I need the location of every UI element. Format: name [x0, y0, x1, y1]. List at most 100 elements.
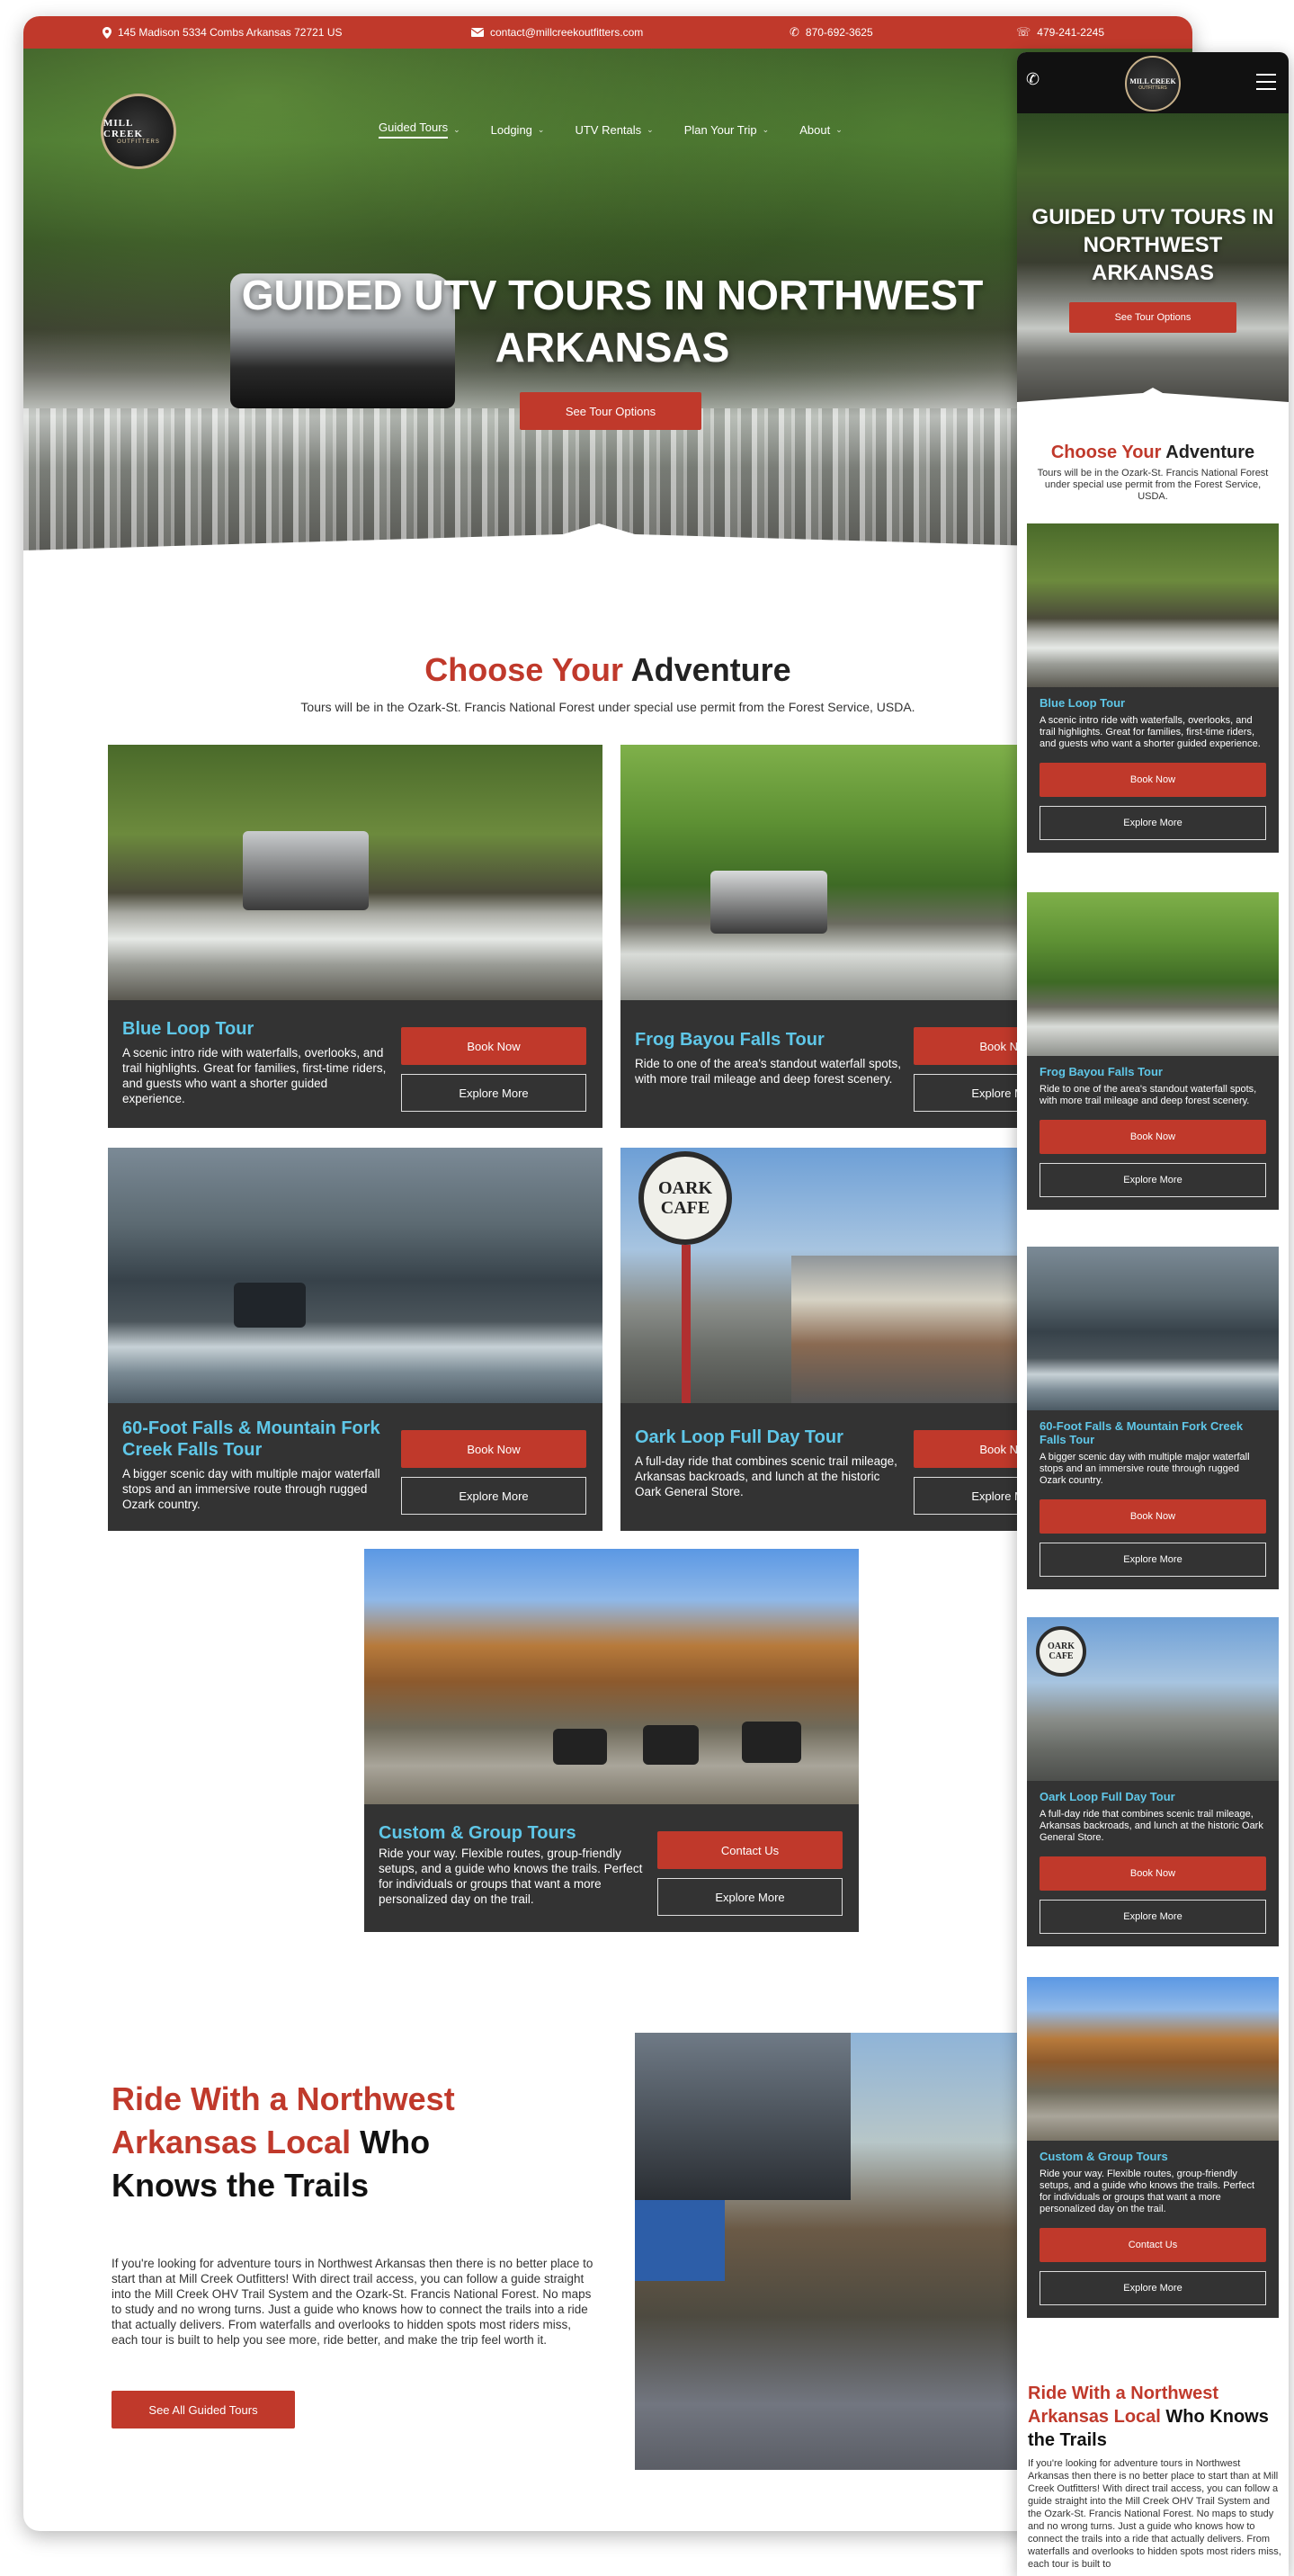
explore-more-button[interactable]: Explore More — [1040, 2271, 1266, 2305]
hero-title: GUIDED UTV TOURS IN NORTHWEST ARKANSAS — [241, 272, 984, 371]
see-tour-options-button[interactable]: See Tour Options — [1069, 302, 1236, 333]
adventure-title-red: Choose Your — [424, 651, 623, 688]
fax-item[interactable]: ☏ 479-241-2245 — [1016, 16, 1104, 49]
nav-label: About — [799, 122, 831, 137]
tour-photo — [1027, 1977, 1279, 2141]
adventure-title-red: Choose Your — [1050, 443, 1162, 462]
phone-icon: ✆ — [790, 25, 799, 39]
nav-item-plan-your-trip[interactable]: Plan Your Trip ⌄ — [684, 121, 770, 139]
chevron-down-icon: ⌄ — [537, 124, 545, 134]
tour-description: Ride to one of the area's standout water… — [1040, 1084, 1257, 1106]
tour-title: Blue Loop Tour — [1040, 696, 1126, 710]
tour-title: Oark Loop Full Day Tour — [635, 1427, 843, 1447]
site-logo[interactable]: MILL CREEK OUTFITTERS — [101, 94, 176, 169]
mobile-view: ✆ MILL CREEK OUTFITTERS GUIDED UTV TOURS… — [1017, 52, 1289, 2576]
sign-line-1: OARK — [1048, 1641, 1075, 1651]
book-now-button[interactable]: Book Now — [401, 1430, 586, 1468]
tour-description: A full-day ride that combines scenic tra… — [635, 1454, 897, 1498]
address-item[interactable]: 145 Madison 5334 Combs Arkansas 72721 US — [103, 16, 343, 49]
map-pin-icon — [103, 26, 112, 39]
mobile-header: ✆ MILL CREEK OUTFITTERS — [1017, 52, 1289, 113]
book-now-button[interactable]: Book Now — [1040, 1499, 1266, 1534]
book-now-button[interactable]: Book Now — [1040, 1856, 1266, 1891]
phone-icon[interactable]: ✆ — [1026, 70, 1040, 89]
tour-photo: OARK CAFE — [1027, 1617, 1279, 1781]
adventure-title-black: Adventure — [623, 651, 791, 688]
mobile-tour-card: 60-Foot Falls & Mountain Fork Creek Fall… — [1027, 1247, 1279, 1589]
local-guide-title: Ride With a Northwest Arkansas Local Who… — [112, 2078, 525, 2207]
nav-item-utv-rentals[interactable]: UTV Rentals ⌄ — [575, 121, 653, 139]
chevron-down-icon: ⌄ — [762, 124, 770, 134]
mobile-tour-card: OARK CAFE Oark Loop Full Day Tour A full… — [1027, 1617, 1279, 1946]
hamburger-menu-icon[interactable] — [1256, 74, 1276, 90]
nav-label: Plan Your Trip — [683, 122, 757, 137]
book-now-button[interactable]: Book Now — [401, 1027, 586, 1065]
logo-text: MILL CREEK — [1129, 76, 1176, 85]
logo-subtext: OUTFITTERS — [117, 139, 160, 145]
tour-description: Ride your way. Flexible routes, group-fr… — [1040, 2169, 1255, 2214]
see-all-guided-tours-button[interactable]: See All Guided Tours — [112, 2391, 295, 2428]
page: 145 Madison 5334 Combs Arkansas 72721 US… — [0, 0, 1294, 2576]
tour-description: A full-day ride that combines scenic tra… — [1040, 1809, 1263, 1843]
mobile-local-guide-body: If you're looking for adventure tours in… — [1028, 2458, 1281, 2570]
explore-more-button[interactable]: Explore More — [1040, 1900, 1266, 1934]
email-text: contact@millcreekoutfitters.com — [490, 26, 644, 39]
nav-item-about[interactable]: About ⌄ — [799, 121, 843, 139]
chevron-down-icon: ⌄ — [453, 124, 460, 134]
fax-icon: ☏ — [1016, 25, 1031, 39]
tour-photo — [1027, 1247, 1279, 1410]
tour-description: Ride to one of the area's standout water… — [635, 1057, 902, 1086]
explore-more-button[interactable]: Explore More — [401, 1074, 586, 1112]
see-tour-options-button[interactable]: See Tour Options — [520, 392, 701, 430]
contact-us-button[interactable]: Contact Us — [1040, 2228, 1266, 2262]
tour-description: A scenic intro ride with waterfalls, ove… — [1040, 715, 1261, 749]
top-contact-bar: 145 Madison 5334 Combs Arkansas 72721 US… — [23, 16, 1192, 49]
explore-more-button[interactable]: Explore More — [401, 1477, 586, 1515]
explore-more-button[interactable]: Explore More — [1040, 1163, 1266, 1197]
tour-photo — [108, 745, 602, 1000]
explore-more-button[interactable]: Explore More — [1040, 806, 1266, 840]
phone-item[interactable]: ✆ 870-692-3625 — [790, 16, 873, 49]
explore-more-button[interactable]: Explore More — [1040, 1543, 1266, 1577]
tour-title: Blue Loop Tour — [122, 1019, 254, 1039]
nav-label: Lodging — [490, 122, 532, 137]
hero-wave-divider — [1017, 388, 1289, 413]
local-guide-body: If you're looking for adventure tours in… — [112, 2257, 593, 2347]
tour-description: A scenic intro ride with waterfalls, ove… — [122, 1046, 387, 1105]
fax-text: 479-241-2245 — [1037, 26, 1104, 39]
chevron-down-icon: ⌄ — [835, 124, 843, 134]
tour-title: Oark Loop Full Day Tour — [1040, 1790, 1175, 1803]
nav-item-guided-tours[interactable]: Guided Tours ⌄ — [379, 121, 460, 139]
address-text: 145 Madison 5334 Combs Arkansas 72721 US — [118, 26, 343, 39]
sign-line-2: CAFE — [660, 1198, 710, 1218]
nav-item-lodging[interactable]: Lodging ⌄ — [491, 121, 545, 139]
tour-photo — [364, 1549, 859, 1804]
tour-card: 60-Foot Falls & Mountain Fork Creek Fall… — [108, 1148, 602, 1531]
tour-title: Frog Bayou Falls Tour — [635, 1030, 825, 1050]
nav-label: Guided Tours — [379, 121, 449, 139]
sign-pole — [682, 1245, 691, 1403]
tour-description: Ride your way. Flexible routes, group-fr… — [379, 1847, 643, 1906]
tour-description: A bigger scenic day with multiple major … — [122, 1467, 380, 1511]
mail-icon — [471, 28, 484, 37]
main-nav: Guided Tours ⌄ Lodging ⌄ UTV Rentals ⌄ Plan… — [379, 121, 843, 139]
email-item[interactable]: contact@millcreekoutfitters.com — [471, 16, 643, 49]
mobile-local-guide-title: Ride With a Northwest Arkansas Local Who… — [1028, 2382, 1281, 2452]
book-now-button[interactable]: Book Now — [1040, 763, 1266, 797]
sign-line-2: CAFE — [1049, 1651, 1074, 1661]
logo-subtext: OUTFITTERS — [1138, 85, 1167, 91]
mobile-logo[interactable]: MILL CREEK OUTFITTERS — [1125, 56, 1181, 112]
adventure-title-black: Adventure — [1161, 443, 1255, 462]
oark-cafe-sign: OARK CAFE — [1036, 1626, 1086, 1677]
tour-title: 60-Foot Falls & Mountain Fork Creek Fall… — [1040, 1419, 1244, 1446]
oark-cafe-sign: OARK CAFE — [638, 1151, 732, 1245]
mobile-tour-card: Blue Loop Tour A scenic intro ride with … — [1027, 523, 1279, 853]
tour-title: Custom & Group Tours — [379, 1823, 576, 1843]
tour-photo — [108, 1148, 602, 1403]
tour-photo — [1027, 892, 1279, 1056]
mobile-hero-title: GUIDED UTV TOURS IN NORTHWEST ARKANSAS — [1031, 205, 1274, 285]
book-now-button[interactable]: Book Now — [1040, 1120, 1266, 1154]
explore-more-button[interactable]: Explore More — [657, 1878, 843, 1916]
phone-text: 870-692-3625 — [805, 26, 873, 39]
contact-us-button[interactable]: Contact Us — [657, 1831, 843, 1869]
